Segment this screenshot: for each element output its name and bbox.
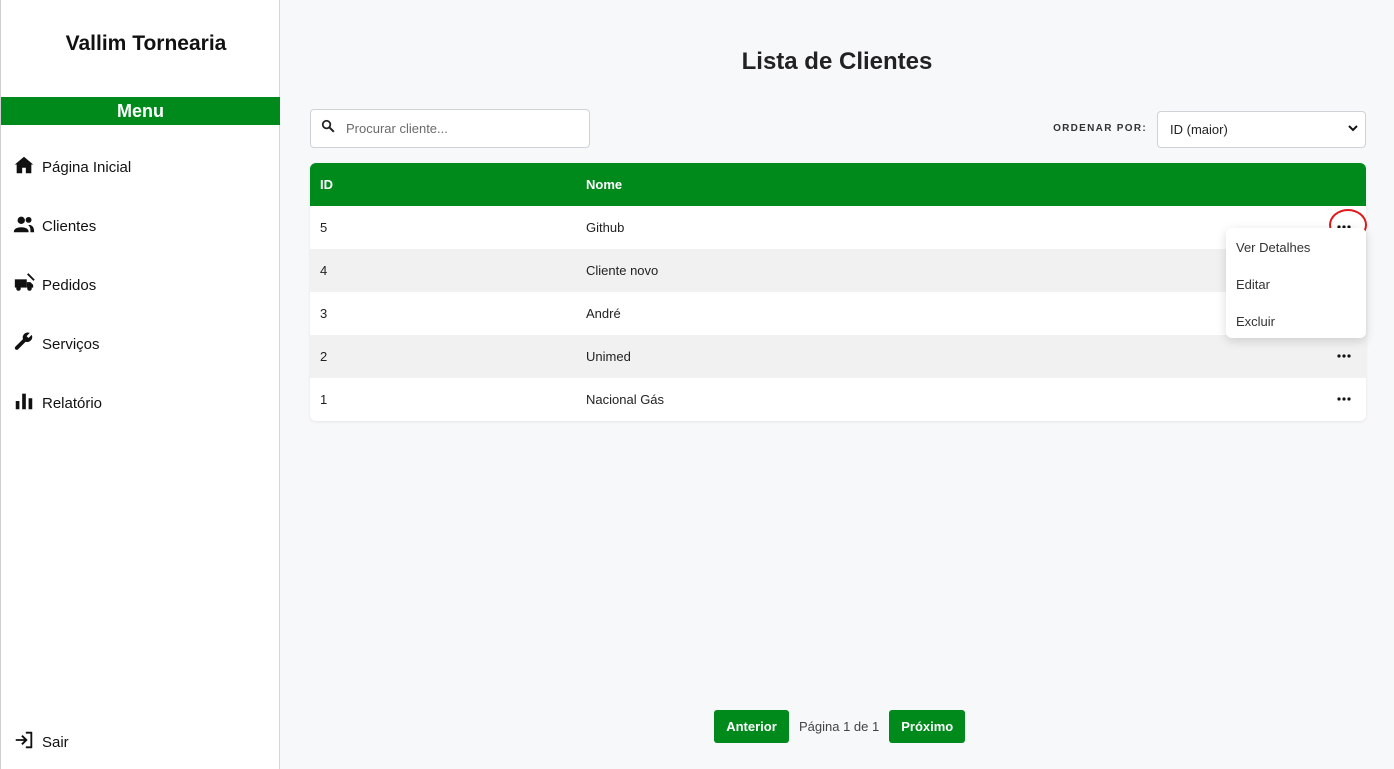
page-title: Lista de Clientes bbox=[741, 48, 933, 75]
more-options-icon[interactable] bbox=[1336, 349, 1352, 363]
logout-icon bbox=[13, 729, 35, 755]
home-icon bbox=[13, 154, 35, 180]
sidebar: Vallim Tornearia Menu Página Inicial Cli… bbox=[0, 0, 280, 769]
sidebar-item-servicos[interactable]: Serviços bbox=[13, 329, 100, 359]
sidebar-item-label: Página Inicial bbox=[42, 158, 132, 176]
users-icon bbox=[13, 213, 35, 239]
search-input[interactable] bbox=[346, 121, 566, 136]
table-row: 5 Github bbox=[310, 206, 1366, 249]
previous-page-button[interactable]: Anterior bbox=[714, 710, 789, 743]
truck-icon bbox=[13, 272, 35, 298]
cell-name: Unimed bbox=[586, 349, 631, 364]
cell-name: André bbox=[586, 306, 621, 321]
bar-chart-icon bbox=[13, 390, 35, 416]
table-row: 1 Nacional Gás bbox=[310, 378, 1366, 421]
sidebar-item-clientes[interactable]: Clientes bbox=[13, 211, 96, 241]
menu-item-excluir[interactable]: Excluir bbox=[1226, 303, 1366, 340]
chevron-down-icon bbox=[1347, 122, 1359, 137]
menu-header: Menu bbox=[1, 97, 280, 125]
logout-button[interactable]: Sair bbox=[13, 727, 69, 757]
wrench-icon bbox=[13, 331, 35, 357]
sidebar-item-label: Serviços bbox=[42, 335, 100, 353]
cell-id: 5 bbox=[320, 220, 328, 235]
cell-name: Cliente novo bbox=[586, 263, 659, 278]
sidebar-item-label: Clientes bbox=[42, 217, 97, 235]
cell-name: Nacional Gás bbox=[586, 392, 665, 407]
next-page-button[interactable]: Próximo bbox=[889, 710, 966, 743]
cell-id: 3 bbox=[320, 306, 328, 321]
sidebar-item-label: Pedidos bbox=[42, 276, 97, 294]
logout-label: Sair bbox=[42, 733, 69, 751]
table-header: ID Nome bbox=[310, 163, 1366, 206]
menu-item-ver-detalhes[interactable]: Ver Detalhes bbox=[1226, 229, 1366, 266]
cell-id: 4 bbox=[320, 263, 328, 278]
sidebar-item-relatorio[interactable]: Relatório bbox=[13, 388, 102, 418]
brand-title: Vallim Tornearia bbox=[65, 32, 227, 55]
row-actions-menu: Ver Detalhes Editar Excluir bbox=[1226, 228, 1366, 338]
sort-label: ORDENAR POR: bbox=[1053, 123, 1147, 134]
sort-selected-value: ID (maior) bbox=[1170, 122, 1228, 137]
sidebar-item-pedidos[interactable]: Pedidos bbox=[13, 270, 96, 300]
menu-item-editar[interactable]: Editar bbox=[1226, 266, 1366, 303]
table-row: 3 André bbox=[310, 292, 1366, 335]
header-id: ID bbox=[320, 177, 333, 192]
search-icon bbox=[321, 119, 346, 138]
cell-id: 2 bbox=[320, 349, 328, 364]
search-field[interactable] bbox=[310, 109, 590, 148]
cell-name: Github bbox=[586, 220, 625, 235]
more-options-icon[interactable] bbox=[1336, 392, 1352, 406]
cell-id: 1 bbox=[320, 392, 328, 407]
sort-select[interactable]: ID (maior) bbox=[1157, 111, 1366, 148]
clients-table: ID Nome 5 Github 4 Cliente novo 3 André … bbox=[310, 163, 1366, 421]
table-row: 4 Cliente novo bbox=[310, 249, 1366, 292]
pagination: Anterior Página 1 de 1 Próximo bbox=[714, 710, 966, 743]
header-name: Nome bbox=[586, 177, 623, 192]
sidebar-item-pagina-inicial[interactable]: Página Inicial bbox=[13, 152, 131, 182]
page-info: Página 1 de 1 bbox=[799, 719, 880, 734]
sidebar-item-label: Relatório bbox=[42, 394, 103, 412]
table-row: 2 Unimed bbox=[310, 335, 1366, 378]
